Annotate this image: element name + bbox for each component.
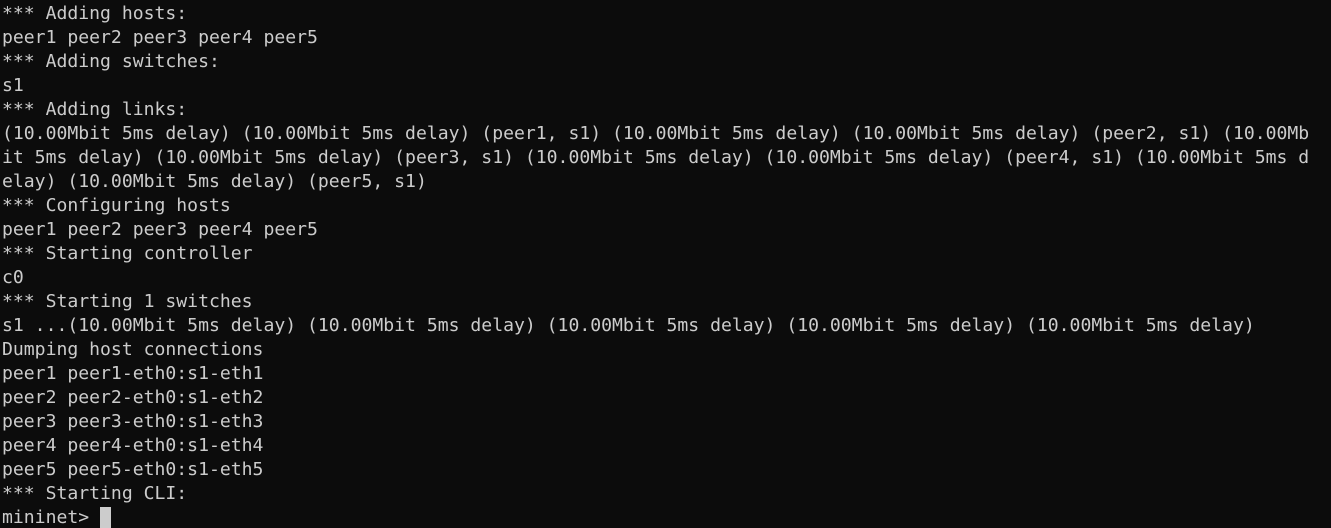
output-line: peer3 peer3-eth0:s1-eth3 [2,411,264,432]
output-line: s1 [2,75,24,96]
output-line: peer5 peer5-eth0:s1-eth5 [2,459,264,480]
output-line: peer2 peer2-eth0:s1-eth2 [2,387,264,408]
output-line: it 5ms delay) (10.00Mbit 5ms delay) (pee… [2,147,1310,168]
output-line: *** Adding switches: [2,51,220,72]
output-line: *** Starting 1 switches [2,291,253,312]
output-line: peer1 peer2 peer3 peer4 peer5 [2,219,318,240]
terminal-output: *** Adding hosts: peer1 peer2 peer3 peer… [2,2,1331,506]
output-line: *** Adding hosts: [2,3,188,24]
command-input-line[interactable]: mininet> [2,506,1331,528]
output-line: *** Configuring hosts [2,195,231,216]
output-line: peer1 peer2 peer3 peer4 peer5 [2,27,318,48]
output-line: s1 ...(10.00Mbit 5ms delay) (10.00Mbit 5… [2,315,1255,336]
cursor-block [100,507,112,528]
output-line: (10.00Mbit 5ms delay) (10.00Mbit 5ms del… [2,123,1310,144]
output-line: *** Starting CLI: [2,483,188,504]
output-line: *** Adding links: [2,99,188,120]
output-line: peer1 peer1-eth0:s1-eth1 [2,363,264,384]
output-line: c0 [2,267,24,288]
terminal-window[interactable]: *** Adding hosts: peer1 peer2 peer3 peer… [0,0,1331,528]
output-line: peer4 peer4-eth0:s1-eth4 [2,435,264,456]
output-line: Dumping host connections [2,339,264,360]
output-line: *** Starting controller [2,243,253,264]
prompt-label: mininet> [2,507,101,528]
output-line: elay) (10.00Mbit 5ms delay) (peer5, s1) [2,171,427,192]
